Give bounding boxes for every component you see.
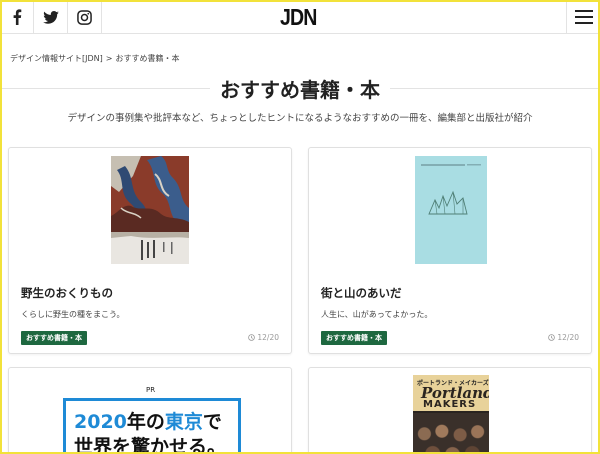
instagram-icon[interactable] (68, 0, 102, 34)
ad-card[interactable]: PR 2020年の東京で 世界を驚かせる。 (8, 367, 292, 454)
site-logo[interactable]: JDN (280, 4, 317, 31)
page-title-row: おすすめ書籍・本 (0, 74, 600, 102)
breadcrumb-home-link[interactable]: デザイン情報サイト[JDN] (10, 54, 103, 63)
book-title[interactable]: 野生のおくりもの (21, 285, 113, 301)
page-title: おすすめ書籍・本 (210, 78, 390, 102)
ad-text: で (202, 411, 222, 433)
clock-icon (548, 334, 556, 341)
book-cover-image[interactable] (111, 156, 189, 264)
post-date-text: 12/20 (257, 333, 279, 342)
category-tag[interactable]: おすすめ書籍・本 (21, 331, 87, 345)
book-card[interactable]: ポートランド・メイカーズ Portland MAKERS (308, 367, 592, 454)
breadcrumb-separator: > (105, 54, 113, 63)
ad-headline-2: 世界を驚かせる。 (74, 432, 226, 454)
page-subtitle: デザインの事例集や批評本など、ちょっとしたヒントになるようなおすすめの一冊を、編… (67, 113, 533, 124)
ad-text: 驚かせる。 (131, 436, 227, 454)
ad-text: を (112, 436, 132, 454)
post-date-text: 12/20 (557, 333, 579, 342)
page-title-wrap: おすすめ書籍・本 (0, 74, 600, 103)
book-title[interactable]: 街と山のあいだ (321, 285, 402, 301)
twitter-icon[interactable] (34, 0, 68, 34)
pr-label: PR (146, 386, 156, 394)
ad-banner[interactable]: 2020年の東京で 世界を驚かせる。 (63, 398, 241, 454)
post-date: 12/20 (548, 333, 579, 342)
ad-text: 東京 (164, 411, 203, 433)
facebook-icon[interactable] (0, 0, 34, 34)
ad-text: 年の (126, 411, 165, 433)
post-date: 12/20 (248, 333, 279, 342)
breadcrumb-current: おすすめ書籍・本 (115, 54, 180, 63)
breadcrumb: デザイン情報サイト[JDN] > おすすめ書籍・本 (10, 53, 179, 64)
book-cover-image[interactable]: ポートランド・メイカーズ Portland MAKERS (413, 375, 489, 454)
cover-photo (413, 413, 489, 454)
cover-title-sub: MAKERS (423, 399, 477, 410)
ad-text: 2020 (74, 411, 127, 433)
ad-text: 世界 (74, 436, 113, 454)
book-card[interactable]: 野生のおくりもの くらしに野生の種をまこう。 おすすめ書籍・本 12/20 (8, 147, 292, 354)
book-description: くらしに野生の種をまこう。 (21, 310, 125, 319)
ad-headline-1: 2020年の東京で (74, 407, 222, 434)
site-header: JDN (0, 0, 600, 34)
book-cover-image[interactable] (415, 156, 487, 264)
hamburger-menu-icon[interactable] (566, 0, 600, 34)
category-tag[interactable]: おすすめ書籍・本 (321, 331, 387, 345)
book-card[interactable]: 街と山のあいだ 人生に、山があってよかった。 おすすめ書籍・本 12/20 (308, 147, 592, 354)
book-description: 人生に、山があってよかった。 (321, 310, 433, 319)
clock-icon (248, 334, 256, 341)
